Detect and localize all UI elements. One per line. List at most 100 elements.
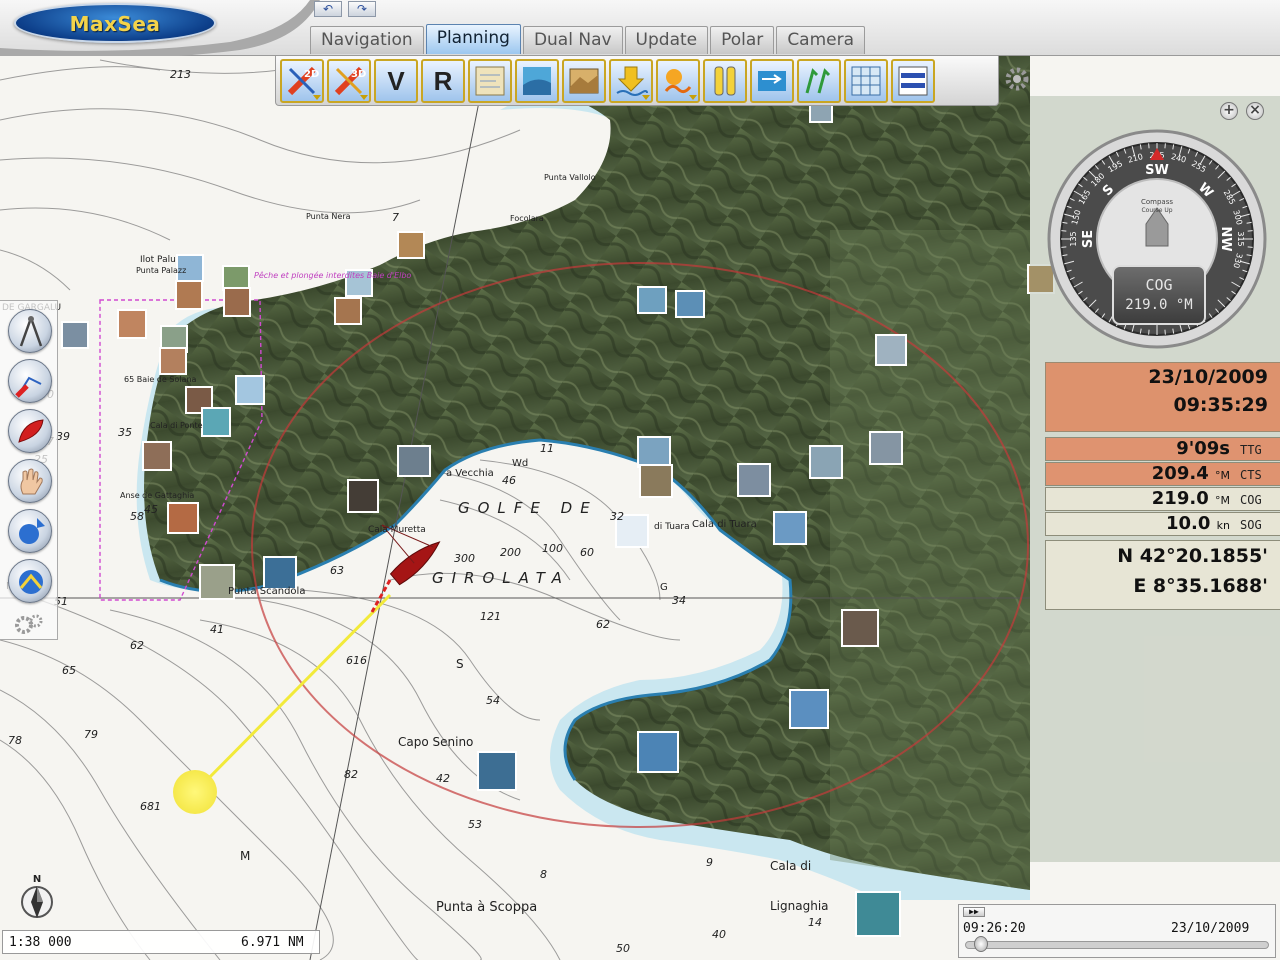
undo-button[interactable]: ↶ (314, 1, 342, 17)
boat-tool-button[interactable] (8, 409, 52, 453)
compass-degree: 315 (1236, 231, 1245, 246)
svg-text:N: N (33, 874, 41, 885)
tab-navigation[interactable]: Navigation (310, 26, 424, 54)
compass-divider-icon (19, 316, 43, 347)
tab-camera[interactable]: Camera (776, 26, 866, 54)
pan-tool-button[interactable] (8, 459, 52, 503)
north-up-2d-icon: 2D (287, 66, 319, 96)
compass-degree: 135 (1069, 231, 1078, 246)
replay-slider-thumb[interactable] (973, 936, 988, 952)
depth-sounding: 82 (344, 768, 358, 781)
raster-chart-icon: R (433, 65, 453, 96)
map-place-label: M (240, 849, 250, 863)
tide-gauge-icon (714, 66, 736, 96)
north-up-3d-icon: 3D (334, 66, 366, 96)
wind-barbs-icon (805, 68, 831, 94)
tab-polar[interactable]: Polar (710, 26, 775, 54)
depth-sounding: 35 (118, 426, 132, 439)
depth-sounding: 32 (610, 510, 624, 523)
panel-expand-button[interactable]: + (1220, 102, 1238, 120)
gear-icon[interactable] (1004, 66, 1030, 92)
sog-row: 10.0 kn SOG (1045, 512, 1280, 536)
map-place-label: Cala Muretta (368, 525, 426, 535)
date-time-box: 23/10/2009 09:35:29 (1045, 362, 1280, 432)
grid-overlay-button[interactable] (844, 59, 888, 103)
cog-readout-value: 219.0 °M (1125, 297, 1193, 313)
depth-sounding: 14 (808, 916, 822, 929)
latitude-value: N 42°20.1855' (1117, 545, 1268, 567)
maxsea-logo: MaxSea (14, 3, 216, 43)
tools-settings-icon[interactable] (14, 613, 44, 637)
satellite-photo-button[interactable] (515, 59, 559, 103)
north-arrow-icon: N (21, 874, 53, 918)
depth-sounding: 213 (170, 68, 191, 81)
north-up-3d-button[interactable]: 3D (327, 59, 371, 103)
map-place-label: S (456, 657, 464, 671)
replay-slider-track[interactable] (965, 941, 1269, 949)
cts-value: 209.4 °M (1151, 463, 1230, 484)
depth-sounding: 681 (140, 800, 161, 813)
map-place-label: Pêche et plongée interdites Baie d'Elbo (254, 270, 411, 280)
route-tool-button[interactable] (8, 359, 52, 403)
north-up-2d-button[interactable]: 2D (280, 59, 324, 103)
raster-chart-button[interactable]: R (421, 59, 465, 103)
longitude-value: E 8°35.1688' (1133, 575, 1268, 597)
waypoint-tool-button[interactable] (8, 559, 52, 603)
map-place-label: di Tuara (654, 522, 690, 532)
depth-sounding: 45 (144, 503, 158, 516)
hand-icon (20, 468, 43, 495)
compass-mode-label: Compass (1141, 198, 1173, 206)
route-icon (15, 376, 42, 398)
depth-sounding: 62 (596, 618, 610, 631)
undo-icon: ↶ (322, 2, 334, 16)
app-header: MaxSea ↶ ↷ Navigation Planning Dual Nav … (0, 0, 1280, 56)
cog-row: 219.0 °M COG (1045, 487, 1280, 511)
depth-sounding: 41 (210, 623, 224, 636)
waypoint-icon (19, 570, 43, 594)
depth-sounding: 100 (542, 542, 563, 555)
main-tabs: Navigation Planning Dual Nav Update Pola… (310, 24, 866, 54)
current-overlay-button[interactable] (750, 59, 794, 103)
tab-planning[interactable]: Planning (425, 24, 521, 54)
tide-gauge-button[interactable] (703, 59, 747, 103)
depth-sounding: 200 (500, 546, 521, 559)
replay-play-button[interactable]: ▶▶ (963, 907, 985, 917)
replay-date: 23/10/2009 (1171, 921, 1250, 936)
cog-readout: COG 219.0 °M (1112, 265, 1206, 325)
weather-download-button[interactable] (609, 59, 653, 103)
wind-barbs-button[interactable] (797, 59, 841, 103)
tab-dual-nav[interactable]: Dual Nav (522, 26, 623, 54)
depth-sounding: 60 (580, 546, 594, 559)
ttg-value: 9'09s (1176, 438, 1230, 459)
map-place-label: Punta Nera (306, 212, 351, 221)
tab-update[interactable]: Update (624, 26, 709, 54)
map-place-label: GIROLATA (432, 569, 570, 587)
depth-sounding: 65 (62, 664, 76, 677)
redo-button[interactable]: ↷ (348, 1, 376, 17)
map-place-label: 65 Baie de Solana (124, 375, 197, 384)
sog-label: SOG (1240, 518, 1262, 532)
map-place-label: Ilot Palu (140, 255, 176, 265)
data-panel-button[interactable] (891, 59, 935, 103)
cog-label: COG (1240, 493, 1262, 507)
terrain-photo-icon (569, 68, 599, 94)
replay-bar: ▶▶ 09:26:20 23/10/2009 (958, 904, 1276, 958)
vector-chart-button[interactable]: V (374, 59, 418, 103)
terrain-photo-button[interactable] (562, 59, 606, 103)
depth-sounding: 300 (454, 552, 475, 565)
weather-overlay-button[interactable] (656, 59, 700, 103)
measure-tool-button[interactable] (8, 309, 52, 353)
sog-value: 10.0 kn (1165, 513, 1230, 534)
satellite-photo-icon (523, 67, 551, 95)
map-place-label: Capo Senino (398, 735, 473, 749)
chart-overlay-button[interactable] (468, 59, 512, 103)
panel-close-button[interactable]: × (1246, 102, 1264, 120)
map-place-label: Anse de Gattaghia (120, 491, 194, 500)
depth-sounding: 42 (436, 772, 450, 785)
mark-tool-button[interactable] (8, 509, 52, 553)
depth-sounding: 54 (486, 694, 500, 707)
depth-sounding: 46 (502, 474, 516, 487)
map-place-label: Cala di Ponte (150, 421, 203, 430)
depth-sounding: 78 (8, 734, 22, 747)
map-place-label: Wd (512, 458, 528, 469)
